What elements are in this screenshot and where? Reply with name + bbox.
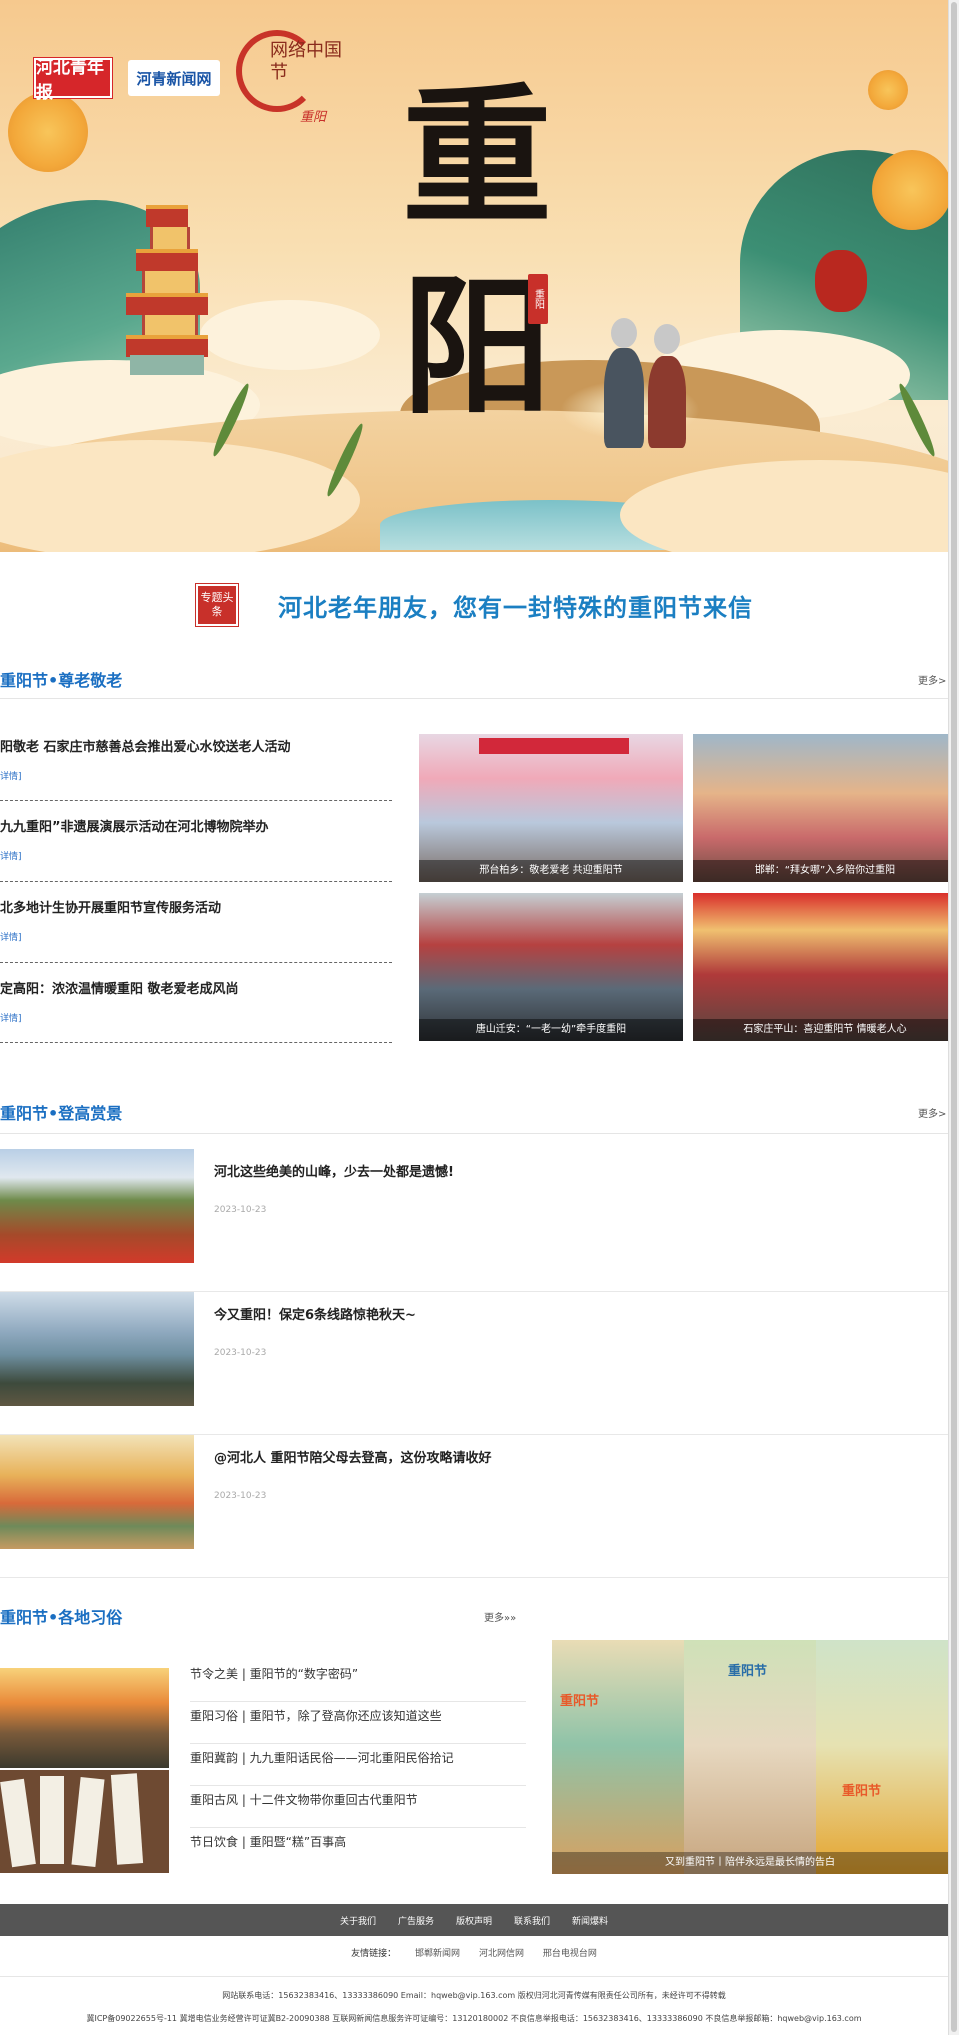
news-item[interactable]: 阳敬老 石家庄市慈善总会推出爱心水饺送老人活动 详情]: [0, 736, 392, 782]
dotted-divider: [0, 881, 392, 882]
photo-caption[interactable]: 邯郸：“拜女哪”入乡陪你过重阳: [693, 860, 948, 882]
section-title[interactable]: 重阳节•登高赏景: [0, 1100, 122, 1124]
hebei-youth-daily-logo[interactable]: 河北青年报: [34, 58, 112, 103]
article-thumbnail[interactable]: [0, 1435, 194, 1549]
poster-caption[interactable]: 又到重阳节丨陪伴永远是最长情的告白: [552, 1852, 948, 1874]
logo-bar: 河北青年报 河青新闻网 网络中国节 重阳: [34, 30, 342, 126]
details-link[interactable]: 详情]: [0, 1011, 392, 1024]
footer-link-contact[interactable]: 联系我们: [514, 1914, 550, 1927]
cloud: [200, 300, 380, 370]
article-thumbnail[interactable]: [0, 1149, 194, 1263]
section-respect-elders-header: 重阳节•尊老敬老: [0, 666, 122, 692]
divider: [0, 1133, 948, 1134]
elderly-man: [604, 348, 644, 448]
dotted-divider: [0, 800, 392, 801]
customs-list: 节令之美 | 重阳节的“数字密码” 重阳习俗 | 重阳节，除了登高你还应该知道这…: [190, 1660, 526, 1869]
article-item[interactable]: 今又重阳！保定6条线路惊艳秋天~ 2023-10-23: [0, 1292, 948, 1435]
section-title[interactable]: 重阳节•各地习俗: [0, 1604, 122, 1628]
footer-divider: [0, 1976, 948, 1977]
photo-caption[interactable]: 邢台柏乡：敬老爱老 共迎重阳节: [419, 860, 683, 882]
section-climb-header: 重阳节•登高赏景: [0, 1099, 122, 1125]
page: 河北青年报 河青新闻网 网络中国节 重阳 重阳 重阳 专题头条 河北老年朋友，您…: [0, 0, 948, 2035]
friend-link[interactable]: 邯郸新闻网: [415, 1949, 460, 1959]
photo-caption[interactable]: 石家庄平山：喜迎重阳节 情暖老人心: [693, 1019, 948, 1041]
article-date: 2023-10-23: [214, 1205, 267, 1215]
friend-link[interactable]: 河北网信网: [479, 1949, 524, 1959]
customs-list-item[interactable]: 重阳习俗 | 重阳节，除了登高你还应该知道这些: [190, 1702, 526, 1744]
customs-list-item[interactable]: 节日饮食 | 重阳暨“糕”百事高: [190, 1828, 526, 1869]
news-title[interactable]: 北多地计生协开展重阳节宣传服务活动: [0, 897, 392, 916]
dotted-divider: [0, 962, 392, 963]
elderly-man-head: [611, 318, 637, 348]
photo-card[interactable]: 邯郸：“拜女哪”入乡陪你过重阳: [693, 734, 948, 882]
logo3-small: 重阳: [300, 110, 327, 125]
friend-links: 友情链接： 邯郸新闻网 河北网信网 邢台电视台网: [0, 1946, 948, 1959]
details-link[interactable]: 详情]: [0, 930, 392, 943]
customs-thumbnail-tags[interactable]: [0, 1770, 169, 1873]
article-thumbnail[interactable]: [0, 1292, 194, 1406]
topic-badge: 专题头条: [196, 584, 238, 626]
article-title[interactable]: 今又重阳！保定6条线路惊艳秋天~: [214, 1304, 416, 1323]
footer-link-about[interactable]: 关于我们: [340, 1914, 376, 1927]
divider: [0, 698, 948, 699]
footer-nav: 关于我们 广告服务 版权声明 联系我们 新闻爆料: [0, 1904, 948, 1936]
poster-label: 重阳节: [842, 1784, 882, 1799]
headline-text[interactable]: 河北老年朋友，您有一封特殊的重阳节来信: [278, 588, 753, 623]
contact-info: 网站联系电话：15632383416、13333386090 Email：hqw…: [222, 1991, 726, 2000]
poster-label: 重阳节: [560, 1694, 600, 1709]
more-link[interactable]: 更多»»: [484, 1609, 516, 1624]
footer-link-copyright[interactable]: 版权声明: [456, 1914, 492, 1927]
scrollbar[interactable]: [948, 0, 959, 2035]
news-item[interactable]: 九九重阳”非遗展演展示活动在河北博物院举办 详情]: [0, 816, 392, 862]
footer-link-tips[interactable]: 新闻爆料: [572, 1914, 608, 1927]
elderly-woman-head: [654, 324, 680, 354]
more-link[interactable]: 更多>: [918, 1105, 946, 1120]
network-china-festival-logo: 网络中国节 重阳: [236, 30, 342, 126]
footer-link-ads[interactable]: 广告服务: [398, 1914, 434, 1927]
heqing-news-logo[interactable]: 河青新闻网: [128, 60, 220, 96]
hero-banner: 河北青年报 河青新闻网 网络中国节 重阳 重阳 重阳: [0, 0, 948, 552]
article-item[interactable]: @河北人 重阳节陪父母去登高，这份攻略请收好 2023-10-23: [0, 1435, 948, 1578]
photo-caption[interactable]: 唐山迁安：“一老一幼”牵手度重阳: [419, 1019, 683, 1041]
photo-card[interactable]: 唐山迁安：“一老一幼”牵手度重阳: [419, 893, 683, 1041]
customs-list-item[interactable]: 节令之美 | 重阳节的“数字密码”: [190, 1660, 526, 1702]
news-item[interactable]: 北多地计生协开展重阳节宣传服务活动 详情]: [0, 897, 392, 943]
chrysanthemum-flower: [868, 70, 908, 110]
customs-thumbnail-sunset[interactable]: [0, 1668, 169, 1768]
article-date: 2023-10-23: [214, 1348, 267, 1358]
red-seal: 重阳: [528, 274, 548, 324]
section-title[interactable]: 重阳节•尊老敬老: [0, 667, 122, 691]
details-link[interactable]: 详情]: [0, 769, 392, 782]
icp-info: 冀ICP备09022655号-11 冀增电信业务经营许可证冀B2-2009038…: [86, 2014, 862, 2023]
special-headline[interactable]: 专题头条 河北老年朋友，您有一封特殊的重阳节来信: [196, 584, 753, 626]
article-date: 2023-10-23: [214, 1491, 267, 1501]
friend-links-label: 友情链接：: [351, 1949, 397, 1959]
photo-card[interactable]: 石家庄平山：喜迎重阳节 情暖老人心: [693, 893, 948, 1041]
article-title[interactable]: 河北这些绝美的山峰，少去一处都是遗憾!: [214, 1161, 454, 1180]
customs-poster[interactable]: 重阳节 重阳节 重阳节 又到重阳节丨陪伴永远是最长情的告白: [552, 1640, 948, 1874]
news-title[interactable]: 阳敬老 石家庄市慈善总会推出爱心水饺送老人活动: [0, 736, 392, 755]
news-title[interactable]: 定高阳：浓浓温情暖重阳 敬老爱老成风尚: [0, 978, 392, 997]
section-customs-header: 重阳节•各地习俗: [0, 1603, 122, 1629]
article-title[interactable]: @河北人 重阳节陪父母去登高，这份攻略请收好: [214, 1447, 492, 1466]
double-ninth-calligraphy: 重阳: [402, 69, 553, 435]
article-item[interactable]: 河北这些绝美的山峰，少去一处都是遗憾! 2023-10-23: [0, 1149, 948, 1292]
lantern: [815, 250, 867, 312]
friend-link[interactable]: 邢台电视台网: [543, 1949, 597, 1959]
chrysanthemum-flower: [872, 150, 948, 230]
news-title[interactable]: 九九重阳”非遗展演展示活动在河北博物院举办: [0, 816, 392, 835]
news-item[interactable]: 定高阳：浓浓温情暖重阳 敬老爱老成风尚 详情]: [0, 978, 392, 1024]
logo3-text: 网络中国节: [270, 40, 342, 83]
photo-card[interactable]: 邢台柏乡：敬老爱老 共迎重阳节: [419, 734, 683, 882]
details-link[interactable]: 详情]: [0, 849, 392, 862]
scrollbar-thumb[interactable]: [951, 2, 957, 2032]
poster-label: 重阳节: [728, 1664, 768, 1679]
more-link[interactable]: 更多>: [918, 672, 946, 687]
customs-list-item[interactable]: 重阳古风 | 十二件文物带你重回古代重阳节: [190, 1786, 526, 1828]
elderly-woman: [648, 356, 686, 448]
dotted-divider: [0, 1042, 392, 1043]
customs-list-item[interactable]: 重阳冀韵 | 九九重阳话民俗——河北重阳民俗拾记: [190, 1744, 526, 1786]
pagoda-tower: [126, 205, 208, 375]
